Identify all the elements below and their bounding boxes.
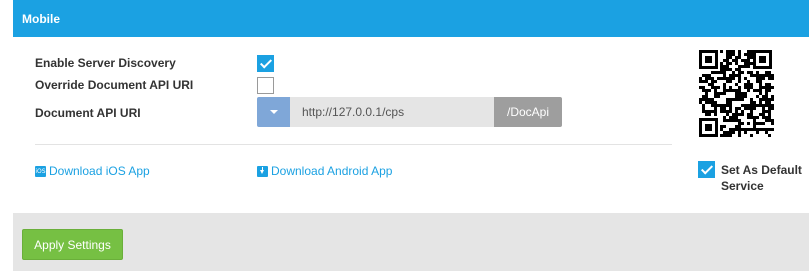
set-as-default-service-label: Set As Default Service	[721, 163, 802, 193]
apply-settings-button[interactable]: Apply Settings	[22, 229, 123, 260]
download-android-app-label: Download Android App	[271, 164, 393, 178]
section-header: Mobile	[13, 0, 809, 37]
section-title: Mobile	[22, 12, 60, 26]
enable-server-discovery-checkbox[interactable]	[257, 55, 274, 72]
uri-suffix-addon: /DocApi	[494, 97, 562, 127]
download-icon	[257, 165, 268, 177]
document-api-uri-input[interactable]	[290, 97, 494, 127]
enable-server-discovery-label: Enable Server Discovery	[35, 56, 176, 70]
document-api-uri-label: Document API URI	[35, 106, 141, 120]
download-ios-app-label: Download iOS App	[49, 164, 150, 178]
footer-bar: Apply Settings	[13, 213, 809, 271]
qr-code-icon	[697, 48, 774, 139]
override-document-api-uri-checkbox[interactable]	[257, 77, 274, 94]
override-document-api-uri-label: Override Document API URI	[35, 78, 194, 92]
set-as-default-service-checkbox[interactable]	[698, 161, 715, 178]
download-ios-app-link[interactable]: iOS Download iOS App	[35, 164, 150, 178]
divider	[35, 144, 672, 145]
download-android-app-link[interactable]: Download Android App	[257, 164, 392, 178]
ios-icon: iOS	[35, 165, 46, 177]
uri-protocol-dropdown[interactable]	[257, 97, 290, 127]
document-api-uri-group: /DocApi	[257, 97, 562, 127]
